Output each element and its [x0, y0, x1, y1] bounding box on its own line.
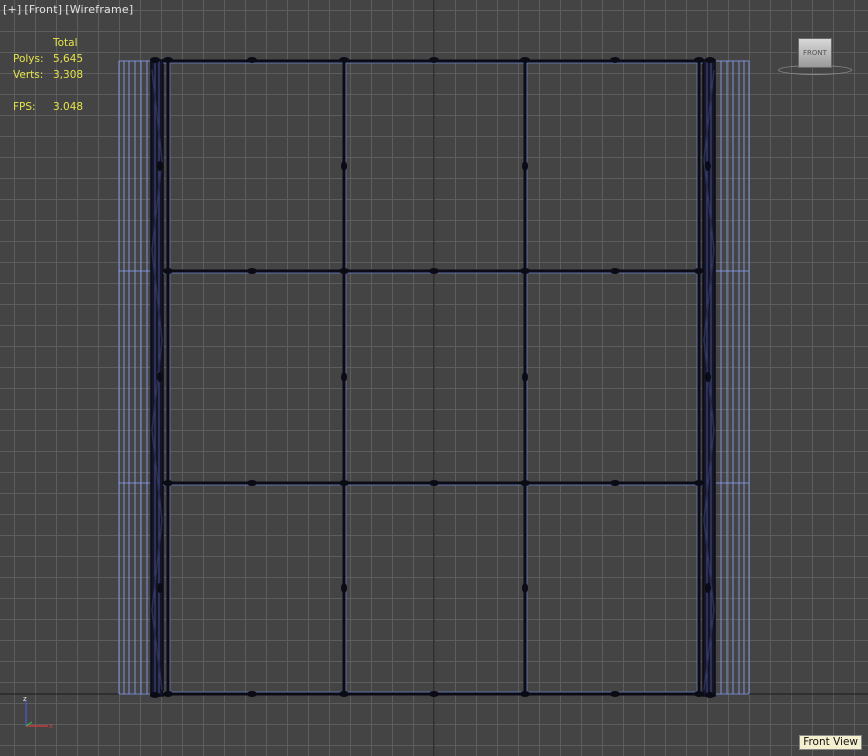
rail-highlights	[163, 62, 703, 693]
left-edge-loops	[118, 60, 150, 695]
svg-text:x: x	[49, 722, 53, 730]
world-axis-gizmo-icon: z x	[23, 695, 53, 730]
right-edge-loops	[716, 60, 750, 695]
viewcube-icon[interactable]: FRONT	[778, 38, 852, 78]
svg-text:z: z	[23, 695, 27, 703]
viewcube-front-face[interactable]: FRONT	[798, 38, 832, 68]
wireframe-scene[interactable]	[0, 0, 868, 756]
front-wireframe-viewport[interactable]: [+] [Front] [Wireframe] Total Polys: 5,645…	[0, 0, 868, 756]
frame-rails	[163, 59, 703, 696]
view-name-tag: Front View	[799, 735, 862, 750]
frame-bolts	[150, 57, 715, 698]
